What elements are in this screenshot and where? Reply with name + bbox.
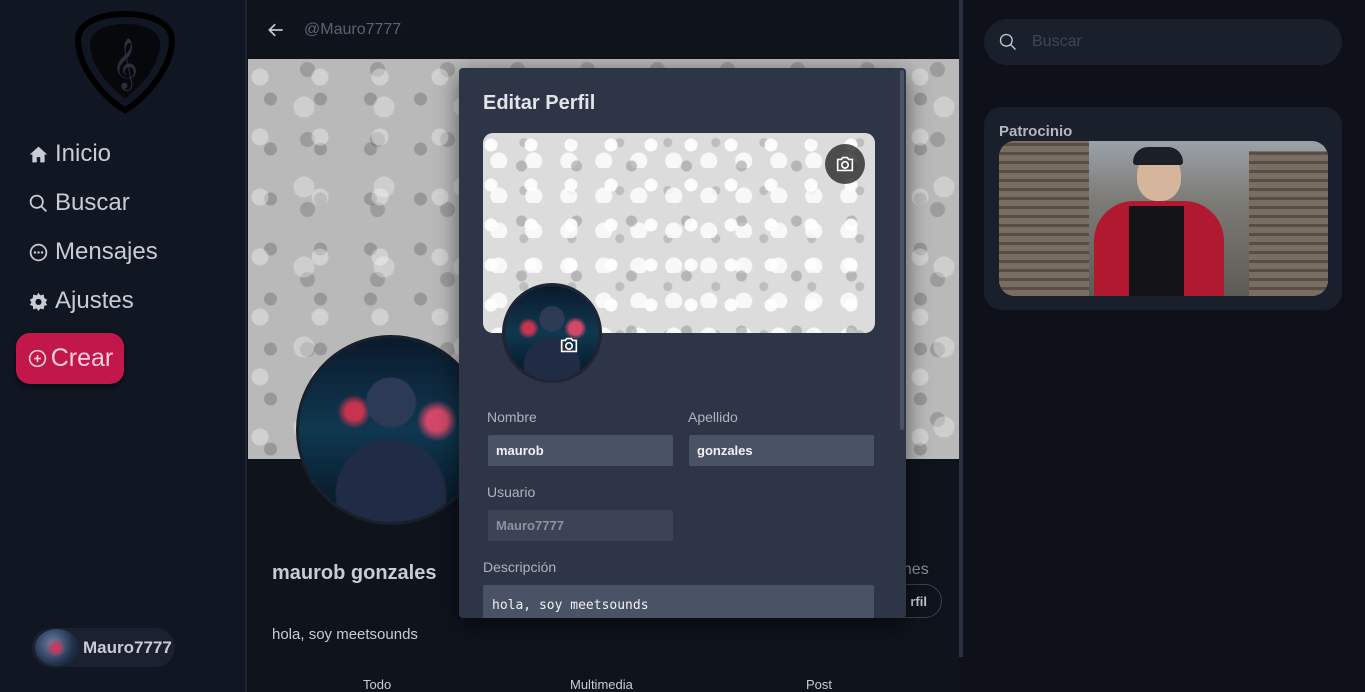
nombre-input[interactable] [488, 435, 673, 466]
camera-icon [836, 156, 854, 172]
descripcion-label: Descripción [483, 559, 557, 575]
sponsor-bg-building [999, 141, 1089, 296]
apellido-label: Apellido [688, 409, 738, 425]
change-banner-button[interactable] [825, 144, 865, 184]
search-box[interactable] [984, 19, 1342, 65]
search-input[interactable] [1032, 33, 1322, 51]
sponsor-card: Patrocinio [984, 107, 1342, 310]
search-icon [999, 33, 1016, 50]
usuario-input[interactable] [488, 510, 673, 541]
right-panel: Patrocinio [963, 0, 1365, 692]
descripcion-input[interactable] [483, 585, 874, 618]
camera-icon [560, 337, 578, 353]
modal-scrollbar[interactable] [900, 70, 904, 430]
sponsor-person-shirt [1129, 206, 1184, 296]
edit-profile-modal: Editar Perfil Nombre Apellido Usuario De… [459, 68, 906, 618]
modal-avatar-preview [502, 283, 602, 383]
sponsor-title: Patrocinio [999, 123, 1073, 140]
nombre-label: Nombre [487, 409, 537, 425]
apellido-input[interactable] [689, 435, 874, 466]
change-avatar-button[interactable] [549, 330, 589, 360]
sponsor-person-cap [1133, 147, 1183, 165]
app-root: 𝄞 Inicio Buscar Mensajes Ajustes Crear M… [0, 0, 1365, 692]
modal-title: Editar Perfil [483, 92, 596, 114]
sponsor-image[interactable] [999, 141, 1328, 296]
sponsor-bg-building [1249, 151, 1328, 296]
usuario-label: Usuario [487, 484, 536, 500]
